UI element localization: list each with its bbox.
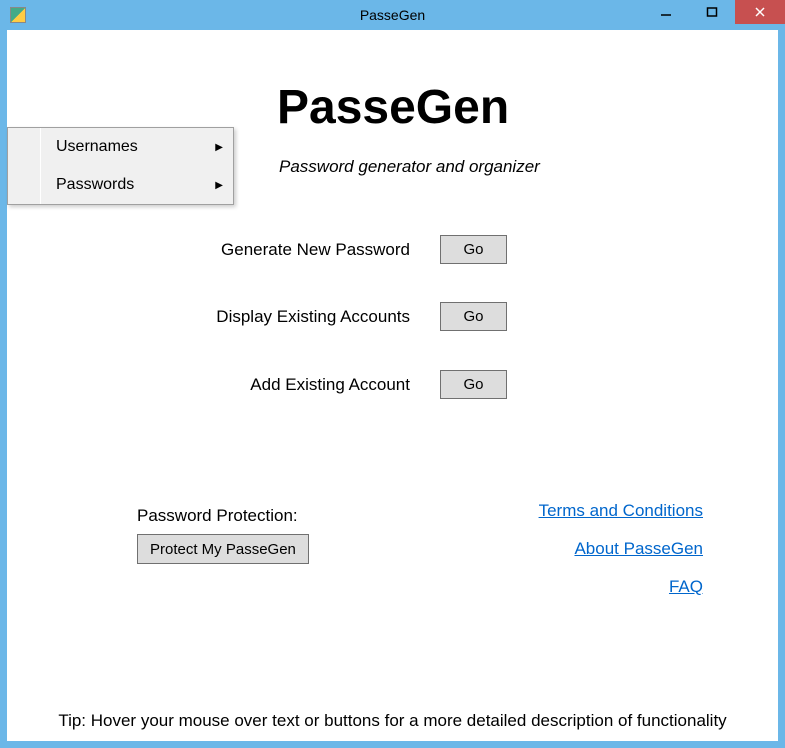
app-window: PasseGen Usernames ▶ Passwords ▶ (0, 0, 785, 748)
menu-item-passwords[interactable]: Passwords ▶ (8, 166, 233, 204)
go-button-generate[interactable]: Go (440, 235, 507, 264)
menu-popup: Usernames ▶ Passwords ▶ (7, 127, 234, 205)
link-terms[interactable]: Terms and Conditions (539, 501, 703, 521)
action-row-generate: Generate New Password Go (210, 235, 507, 264)
minimize-button[interactable] (643, 0, 689, 24)
go-button-display[interactable]: Go (440, 302, 507, 331)
window-controls (643, 0, 785, 26)
protection-label: Password Protection: (137, 506, 309, 526)
action-label-generate: Generate New Password (210, 240, 410, 260)
tip-text: Tip: Hover your mouse over text or butto… (7, 711, 778, 731)
app-subtitle: Password generator and organizer (279, 157, 540, 177)
action-label-add: Add Existing Account (237, 375, 410, 395)
link-faq[interactable]: FAQ (539, 577, 703, 597)
submenu-arrow-icon: ▶ (215, 142, 223, 153)
menu-item-label: Passwords (56, 176, 134, 194)
submenu-arrow-icon: ▶ (215, 180, 223, 191)
go-button-add[interactable]: Go (440, 370, 507, 399)
app-title: PasseGen (277, 80, 509, 135)
action-row-add: Add Existing Account Go (237, 370, 507, 399)
action-label-display: Display Existing Accounts (205, 307, 410, 327)
links-section: Terms and Conditions About PasseGen FAQ (539, 501, 703, 615)
app-icon (10, 7, 26, 23)
maximize-button[interactable] (689, 0, 735, 24)
menu-item-label: Usernames (56, 138, 138, 156)
client-area: Usernames ▶ Passwords ▶ PasseGen Passwor… (7, 30, 778, 741)
menu-item-usernames[interactable]: Usernames ▶ (8, 128, 233, 166)
titlebar: PasseGen (0, 0, 785, 30)
window-title: PasseGen (360, 7, 425, 23)
link-about[interactable]: About PasseGen (539, 539, 703, 559)
close-button[interactable] (735, 0, 785, 24)
protection-section: Password Protection: Protect My PasseGen (137, 506, 309, 564)
action-row-display: Display Existing Accounts Go (205, 302, 507, 331)
protect-button[interactable]: Protect My PasseGen (137, 534, 309, 564)
